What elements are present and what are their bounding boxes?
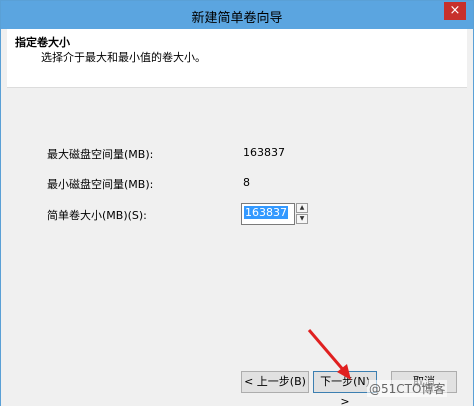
wizard-window: 新建简单卷向导 × 指定卷大小 选择介于最大和最小值的卷大小。 最大磁盘空间量(… <box>0 0 474 406</box>
volume-size-value: 163837 <box>244 206 288 219</box>
watermark: @51CTO博客 <box>367 380 448 397</box>
max-space-value: 163837 <box>243 146 285 159</box>
spin-down-button[interactable]: ▼ <box>296 214 308 224</box>
spin-buttons: ▲ ▼ <box>296 203 308 225</box>
back-button[interactable]: < 上一步(B) <box>241 371 309 393</box>
page-title: 指定卷大小 <box>15 36 70 49</box>
window-title: 新建简单卷向导 <box>191 11 283 26</box>
close-button[interactable]: × <box>444 2 466 20</box>
page-subtitle: 选择介于最大和最小值的卷大小。 <box>41 51 206 64</box>
wizard-content: 最大磁盘空间量(MB): 163837 最小磁盘空间量(MB): 8 简单卷大小… <box>7 88 467 344</box>
min-space-value: 8 <box>243 176 250 189</box>
wizard-header: 指定卷大小 选择介于最大和最小值的卷大小。 <box>7 29 467 88</box>
volume-size-stepper[interactable]: 163837 ▲ ▼ <box>241 203 313 225</box>
min-space-label: 最小磁盘空间量(MB): <box>47 178 154 191</box>
spin-up-button[interactable]: ▲ <box>296 203 308 213</box>
max-space-label: 最大磁盘空间量(MB): <box>47 148 154 161</box>
volume-size-input[interactable]: 163837 <box>241 203 295 225</box>
close-icon: × <box>449 3 461 18</box>
volume-size-label: 简单卷大小(MB)(S): <box>47 209 147 222</box>
spin-up-icon: ▲ <box>299 204 305 211</box>
title-bar: 新建简单卷向导 × <box>1 1 473 29</box>
spin-down-icon: ▼ <box>299 215 305 222</box>
